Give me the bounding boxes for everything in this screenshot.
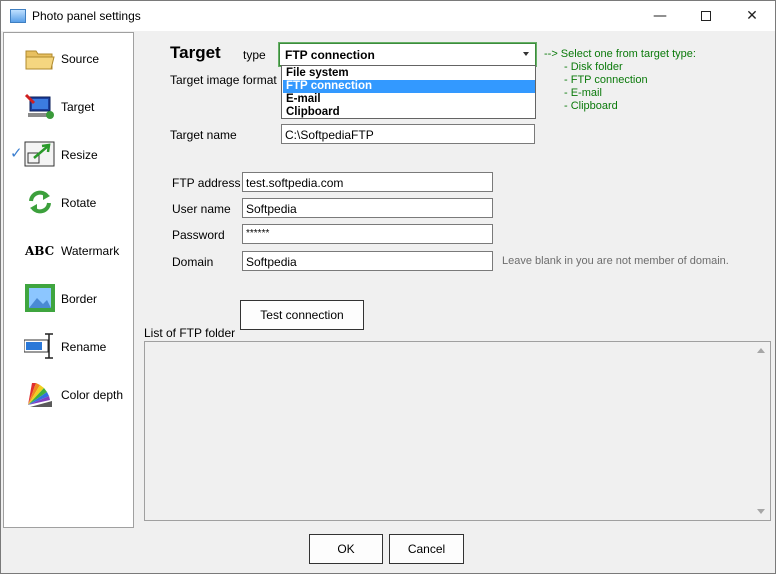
- watermark-icon: ABC: [25, 244, 55, 258]
- sidebar-item-watermark[interactable]: ABC Watermark: [4, 226, 133, 274]
- domain-input[interactable]: Softpedia: [242, 251, 493, 271]
- minimize-icon: —: [653, 8, 667, 24]
- app-icon: [10, 9, 26, 23]
- scroll-down-icon[interactable]: [757, 509, 765, 514]
- check-icon: ✓: [10, 144, 23, 162]
- ftp-folder-list-label: List of FTP folder: [144, 326, 236, 340]
- hint-line: - FTP connection: [564, 74, 648, 86]
- resize-icon: [24, 141, 55, 167]
- sidebar-item-label: Rotate: [61, 196, 97, 210]
- sidebar-item-source[interactable]: Source: [4, 34, 133, 82]
- sidebar-item-label: Source: [61, 52, 100, 66]
- page-title: Target: [170, 43, 221, 62]
- dropdown-option-file-system[interactable]: File system: [283, 67, 535, 80]
- target-type-select[interactable]: FTP connection: [278, 42, 537, 67]
- sidebar-item-label: Watermark: [61, 244, 120, 258]
- sidebar-item-label: Resize: [61, 148, 98, 162]
- folder-icon: [25, 50, 55, 70]
- user-name-label: User name: [172, 202, 231, 216]
- user-name-input[interactable]: Softpedia: [242, 198, 493, 218]
- target-name-label: Target name: [170, 128, 237, 142]
- target-type-hint: --> Select one from target type:: [544, 48, 696, 60]
- dropdown-option-ftp-connection[interactable]: FTP connection: [283, 80, 535, 93]
- hint-line: - Disk folder: [564, 61, 623, 73]
- dropdown-option-email[interactable]: E-mail: [283, 93, 535, 106]
- sidebar-item-resize[interactable]: ✓ Resize: [4, 130, 133, 178]
- close-icon: ✕: [746, 8, 758, 24]
- target-name-input[interactable]: C:\SoftpediaFTP: [281, 124, 535, 144]
- vertical-scrollbar[interactable]: [753, 342, 770, 520]
- sidebar-item-rename[interactable]: Rename: [4, 322, 133, 370]
- ok-button[interactable]: OK: [309, 534, 383, 564]
- ftp-address-input[interactable]: test.softpedia.com: [242, 172, 493, 192]
- sidebar-item-label: Rename: [61, 340, 107, 354]
- border-icon: [25, 284, 55, 312]
- rotate-icon: [29, 190, 51, 214]
- rename-icon: [24, 333, 53, 359]
- scroll-up-icon[interactable]: [757, 348, 765, 353]
- window-title: Photo panel settings: [32, 9, 141, 23]
- ftp-address-label: FTP address: [172, 176, 241, 190]
- maximize-button[interactable]: [683, 1, 729, 31]
- image-format-label: Target image format: [170, 73, 277, 87]
- chevron-down-icon[interactable]: [523, 52, 529, 56]
- sidebar: Source Target ✓ Resize Rotate ABC Waterm…: [3, 32, 134, 528]
- color-depth-icon: [28, 383, 52, 407]
- maximize-icon: [701, 11, 711, 21]
- sidebar-item-label: Target: [61, 100, 95, 114]
- hint-line: - E-mail: [564, 87, 602, 99]
- password-input[interactable]: ******: [242, 224, 493, 244]
- cancel-button[interactable]: Cancel: [389, 534, 464, 564]
- ftp-folder-list[interactable]: [144, 341, 771, 521]
- sidebar-item-label: Color depth: [61, 388, 124, 402]
- type-label: type: [243, 48, 266, 62]
- target-type-value: FTP connection: [285, 48, 375, 62]
- sidebar-item-label: Border: [61, 292, 98, 306]
- target-type-dropdown: File system FTP connection E-mail Clipbo…: [281, 65, 536, 119]
- password-label: Password: [172, 228, 225, 242]
- close-button[interactable]: ✕: [729, 1, 775, 31]
- dropdown-option-clipboard[interactable]: Clipboard: [283, 106, 535, 119]
- sidebar-item-target[interactable]: Target: [4, 82, 133, 130]
- title-bar[interactable]: Photo panel settings — ✕: [1, 1, 775, 31]
- hint-line: - Clipboard: [564, 100, 618, 112]
- target-computer-icon: [24, 93, 54, 119]
- minimize-button[interactable]: —: [637, 1, 683, 31]
- domain-label: Domain: [172, 255, 214, 269]
- sidebar-item-color-depth[interactable]: Color depth: [4, 370, 133, 418]
- test-connection-button[interactable]: Test connection: [240, 300, 364, 330]
- settings-window: Photo panel settings — ✕ Source Target ✓…: [0, 0, 776, 574]
- sidebar-item-rotate[interactable]: Rotate: [4, 178, 133, 226]
- domain-hint: Leave blank in you are not member of dom…: [502, 255, 729, 267]
- sidebar-item-border[interactable]: Border: [4, 274, 133, 322]
